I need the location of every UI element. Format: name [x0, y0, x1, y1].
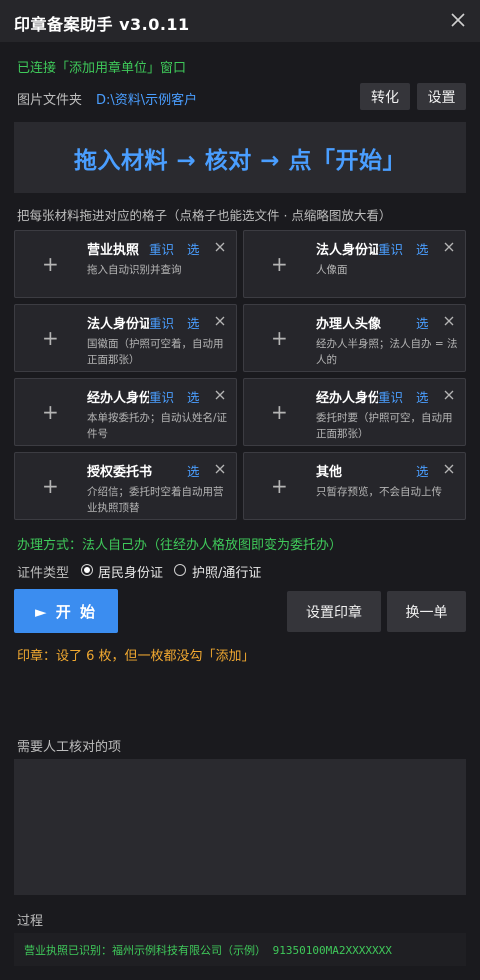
workflow-banner: 拖入材料 → 核对 → 点「开始」 — [14, 122, 466, 193]
plus-icon: + — [42, 326, 59, 350]
reidentify-link[interactable]: 重识 — [378, 239, 403, 258]
seal-status: 印章：设了 6 枚，但一枚都没勾「添加」 — [17, 649, 255, 664]
slot-name: 办理人头像 — [316, 317, 382, 332]
remove-icon[interactable] — [214, 463, 226, 475]
slot-name: 法人身份证 — [316, 243, 378, 258]
slot-description: 国徽面（护照可空着，自动用正面那张） — [87, 338, 224, 366]
handling-mode: 办理方式：法人自己办（往经办人格放图即变为委托办） — [17, 538, 343, 553]
slot-description: 人像面 — [316, 264, 348, 276]
slot-legal-id-front[interactable]: + 法人身份证 重识 选 人像面 — [243, 230, 466, 298]
review-label: 需要人工核对的项 — [17, 740, 122, 755]
remove-icon[interactable] — [214, 315, 226, 327]
slot-authorization-letter[interactable]: + 授权委托书 选 介绍信；委托时空着自动用营业执照顶替 — [14, 452, 237, 520]
slot-description: 只暂存预览，不会自动上传 — [316, 486, 442, 498]
slot-agent-id-back[interactable]: + 经办人身份证 重识 选 委托时要（护照可空，自动用正面那张） — [243, 378, 466, 446]
folder-path-link[interactable]: D:\资料\示例客户 — [96, 89, 197, 108]
remove-icon[interactable] — [443, 389, 455, 401]
review-list[interactable] — [14, 759, 466, 895]
banner-text: 拖入材料 → 核对 → 点「开始」 — [73, 147, 407, 174]
radio-passport[interactable] — [174, 564, 186, 576]
plus-icon: + — [271, 474, 288, 498]
slot-name: 其他 — [316, 465, 343, 480]
drop-hint: 把每张材料拖进对应的格子（点格子也能选文件 · 点缩略图放大看） — [17, 208, 392, 223]
connection-status: 已连接「添加用章单位」窗口 — [17, 61, 187, 76]
convert-button[interactable]: 转化 — [360, 83, 410, 110]
reidentify-link[interactable]: 重识 — [149, 387, 174, 406]
select-file-link[interactable]: 选 — [187, 239, 200, 258]
remove-icon[interactable] — [214, 389, 226, 401]
switch-order-button[interactable]: 换一单 — [387, 591, 466, 632]
slot-handler-photo[interactable]: + 办理人头像 选 经办人半身照；法人自办 = 法人的 — [243, 304, 466, 372]
slot-name: 授权委托书 — [87, 465, 153, 480]
reidentify-link[interactable]: 重识 — [149, 313, 174, 332]
reidentify-link[interactable]: 重识 — [149, 239, 174, 258]
plus-icon: + — [271, 252, 288, 276]
select-file-link[interactable]: 选 — [416, 387, 429, 406]
set-seal-button[interactable]: 设置印章 — [287, 591, 381, 632]
plus-icon: + — [42, 252, 59, 276]
select-file-link[interactable]: 选 — [187, 387, 200, 406]
close-icon[interactable] — [446, 8, 470, 32]
slot-description: 委托时要（护照可空，自动用正面那张） — [316, 412, 453, 440]
slot-agent-id-front[interactable]: + 经办人身份证 重识 选 本单按委托办；自动认姓名/证件号 — [14, 378, 237, 446]
folder-label: 图片文件夹 — [17, 93, 83, 108]
slot-other[interactable]: + 其他 选 只暂存预览，不会自动上传 — [243, 452, 466, 520]
select-file-link[interactable]: 选 — [416, 313, 429, 332]
reidentify-link[interactable]: 重识 — [378, 387, 403, 406]
settings-button[interactable]: 设置 — [417, 83, 466, 110]
plus-icon: + — [42, 474, 59, 498]
slot-name: 经办人身份证 — [87, 391, 149, 406]
slot-name: 营业执照 — [87, 243, 140, 258]
select-file-link[interactable]: 选 — [416, 239, 429, 258]
remove-icon[interactable] — [443, 241, 455, 253]
plus-icon: + — [42, 400, 59, 424]
plus-icon: + — [271, 400, 288, 424]
cert-type-label: 证件类型 — [17, 566, 70, 581]
app-title: 印章备案助手 v3.0.11 — [14, 15, 190, 34]
remove-icon[interactable] — [443, 315, 455, 327]
plus-icon: + — [271, 326, 288, 350]
select-file-link[interactable]: 选 — [187, 461, 200, 480]
select-file-link[interactable]: 选 — [187, 313, 200, 332]
radio-passport-label[interactable]: 护照/通行证 — [192, 562, 261, 581]
process-log-text: 营业执照已识别：福州示例科技有限公司（示例） 91350100MA2XXXXXX… — [24, 943, 392, 957]
slot-name: 法人身份证 — [87, 317, 149, 332]
slot-description: 本单按委托办；自动认姓名/证件号 — [87, 412, 228, 440]
start-button[interactable]: ► 开 始 — [14, 589, 118, 633]
slot-description: 拖入自动识别并查询 — [87, 264, 182, 276]
select-file-link[interactable]: 选 — [416, 461, 429, 480]
radio-id-card-label[interactable]: 居民身份证 — [98, 562, 163, 581]
slot-description: 介绍信；委托时空着自动用营业执照顶替 — [87, 486, 224, 514]
slot-legal-id-back[interactable]: + 法人身份证 重识 选 国徽面（护照可空着，自动用正面那张） — [14, 304, 237, 372]
slot-description: 经办人半身照；法人自办 = 法人的 — [316, 338, 458, 366]
remove-icon[interactable] — [214, 241, 226, 253]
slot-business-license[interactable]: + 营业执照 重识 选 拖入自动识别并查询 — [14, 230, 237, 298]
process-log[interactable]: 营业执照已识别：福州示例科技有限公司（示例） 91350100MA2XXXXXX… — [14, 933, 466, 966]
slot-name: 经办人身份证 — [316, 391, 378, 406]
process-label: 过程 — [17, 914, 44, 929]
remove-icon[interactable] — [443, 463, 455, 475]
radio-id-card[interactable] — [81, 564, 93, 576]
